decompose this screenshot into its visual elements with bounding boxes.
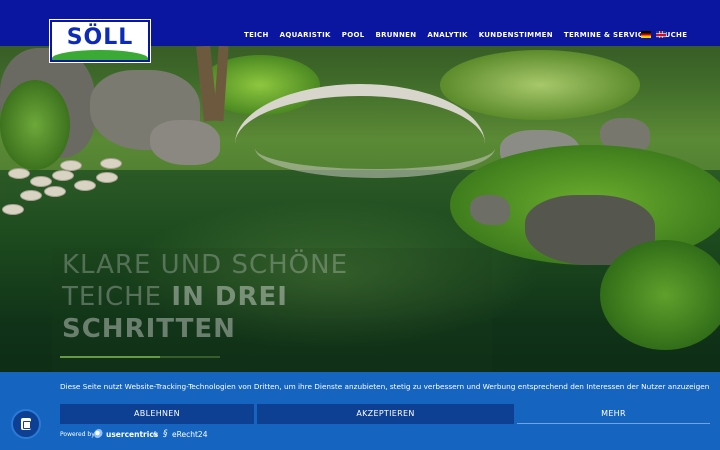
- erecht24-logo-icon: §: [163, 429, 168, 439]
- pebble: [52, 170, 74, 181]
- language-switcher: [641, 31, 666, 38]
- hero-headline-box: Klare und schöne Teiche in drei Schritte…: [52, 248, 492, 372]
- pebble: [60, 160, 82, 171]
- erecht24-brand[interactable]: eRecht24: [172, 430, 207, 439]
- soell-logo[interactable]: SÖLL: [50, 20, 150, 62]
- more-button[interactable]: MEHR: [517, 404, 710, 424]
- rock: [470, 195, 510, 225]
- nav-item-analytik[interactable]: ANALYTIK: [427, 30, 467, 42]
- slider-progress-bar: [60, 356, 160, 358]
- grass-cluster: [440, 50, 640, 120]
- pebble: [20, 190, 42, 201]
- nav-item-teich[interactable]: TEICH: [244, 30, 269, 42]
- accept-button[interactable]: AKZEPTIEREN: [257, 404, 514, 424]
- hero-line-2: Teiche in drei: [62, 282, 288, 312]
- ground-cover-plants: [600, 240, 720, 350]
- slider-progress-track: [160, 356, 220, 358]
- pebble: [96, 172, 118, 183]
- main-navigation: TEICH AQUARISTIK POOL BRUNNEN ANALYTIK K…: [244, 30, 698, 42]
- cookie-consent-banner: Diese Seite nutzt Website-Tracking-Techn…: [0, 372, 720, 450]
- usercentrics-logo-icon: [94, 429, 104, 439]
- privacy-settings-icon: [21, 418, 31, 430]
- flag-de-icon[interactable]: [641, 31, 651, 38]
- nav-item-termine-service[interactable]: TERMINE & SERVICE: [564, 30, 648, 42]
- hero-line-2-bold: in drei: [171, 282, 288, 312]
- pebble: [2, 204, 24, 215]
- cookie-notice-text: Diese Seite nutzt Website-Tracking-Techn…: [60, 382, 710, 391]
- pebble: [74, 180, 96, 191]
- nav-item-kundenstimmen[interactable]: KUNDENSTIMMEN: [479, 30, 553, 42]
- logo-wordmark: SÖLL: [66, 25, 134, 50]
- privacy-settings-button[interactable]: [11, 409, 41, 439]
- nav-item-pool[interactable]: POOL: [342, 30, 365, 42]
- site-header: SÖLL TEICH AQUARISTIK POOL BRUNNEN ANALY…: [0, 0, 720, 62]
- pebble: [30, 176, 52, 187]
- nav-item-aquaristik[interactable]: AQUARISTIK: [280, 30, 331, 42]
- hero-line-1: Klare und schöne: [62, 250, 348, 280]
- nav-item-brunnen[interactable]: BRUNNEN: [375, 30, 416, 42]
- flag-en-icon[interactable]: [656, 31, 666, 38]
- deny-button[interactable]: ABLEHNEN: [60, 404, 254, 424]
- hero-line-2-prefix: Teiche: [62, 282, 163, 312]
- pebble: [100, 158, 122, 169]
- rock: [150, 120, 220, 165]
- usercentrics-brand[interactable]: usercentrics: [106, 430, 158, 439]
- fern: [0, 80, 70, 170]
- pebble: [8, 168, 30, 179]
- powered-by-label: Powered by: [60, 431, 95, 438]
- pebble: [44, 186, 66, 197]
- ampersand: &: [153, 431, 158, 438]
- logo-green-wave: [52, 50, 148, 60]
- hero-line-3: Schritten: [62, 314, 236, 344]
